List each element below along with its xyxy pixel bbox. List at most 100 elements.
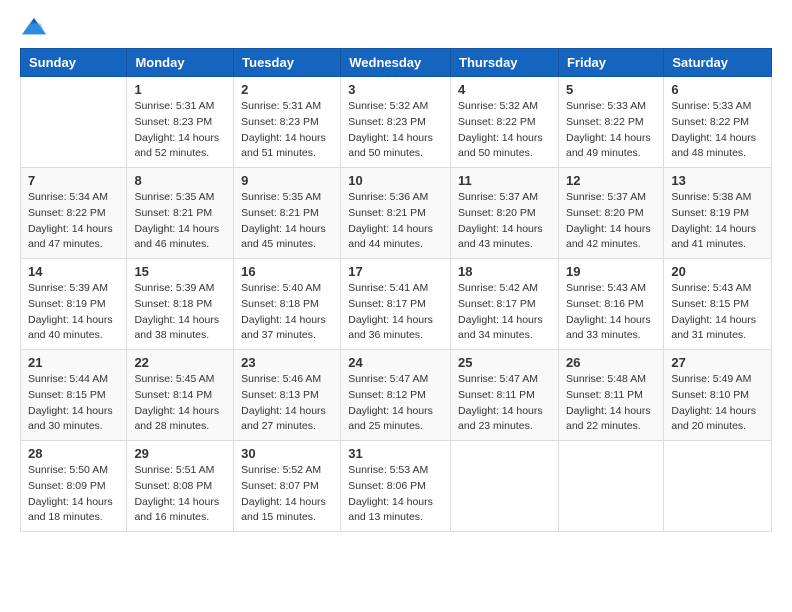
day-number: 16 bbox=[241, 264, 333, 279]
day-info: Sunrise: 5:52 AMSunset: 8:07 PMDaylight:… bbox=[241, 463, 333, 526]
calendar-cell: 27 Sunrise: 5:49 AMSunset: 8:10 PMDayligh… bbox=[664, 350, 772, 441]
logo bbox=[20, 16, 52, 38]
day-number: 31 bbox=[348, 446, 443, 461]
day-info: Sunrise: 5:34 AMSunset: 8:22 PMDaylight:… bbox=[28, 190, 119, 253]
calendar-cell: 23 Sunrise: 5:46 AMSunset: 8:13 PMDayligh… bbox=[234, 350, 341, 441]
calendar-cell: 18 Sunrise: 5:42 AMSunset: 8:17 PMDayligh… bbox=[451, 259, 559, 350]
calendar-body: 1 Sunrise: 5:31 AMSunset: 8:23 PMDaylight… bbox=[21, 77, 772, 532]
weekday-header: Wednesday bbox=[341, 49, 451, 77]
day-info: Sunrise: 5:41 AMSunset: 8:17 PMDaylight:… bbox=[348, 281, 443, 344]
day-number: 12 bbox=[566, 173, 656, 188]
calendar-week-row: 21 Sunrise: 5:44 AMSunset: 8:15 PMDayligh… bbox=[21, 350, 772, 441]
calendar-cell: 12 Sunrise: 5:37 AMSunset: 8:20 PMDayligh… bbox=[558, 168, 663, 259]
day-info: Sunrise: 5:47 AMSunset: 8:12 PMDaylight:… bbox=[348, 372, 443, 435]
calendar-cell: 29 Sunrise: 5:51 AMSunset: 8:08 PMDayligh… bbox=[127, 441, 234, 532]
calendar-cell bbox=[21, 77, 127, 168]
day-info: Sunrise: 5:43 AMSunset: 8:15 PMDaylight:… bbox=[671, 281, 764, 344]
day-info: Sunrise: 5:37 AMSunset: 8:20 PMDaylight:… bbox=[458, 190, 551, 253]
day-info: Sunrise: 5:48 AMSunset: 8:11 PMDaylight:… bbox=[566, 372, 656, 435]
day-info: Sunrise: 5:43 AMSunset: 8:16 PMDaylight:… bbox=[566, 281, 656, 344]
day-info: Sunrise: 5:44 AMSunset: 8:15 PMDaylight:… bbox=[28, 372, 119, 435]
day-number: 18 bbox=[458, 264, 551, 279]
day-number: 21 bbox=[28, 355, 119, 370]
calendar-week-row: 1 Sunrise: 5:31 AMSunset: 8:23 PMDaylight… bbox=[21, 77, 772, 168]
day-number: 15 bbox=[134, 264, 226, 279]
calendar-cell: 9 Sunrise: 5:35 AMSunset: 8:21 PMDaylight… bbox=[234, 168, 341, 259]
day-info: Sunrise: 5:49 AMSunset: 8:10 PMDaylight:… bbox=[671, 372, 764, 435]
day-number: 24 bbox=[348, 355, 443, 370]
day-number: 2 bbox=[241, 82, 333, 97]
weekday-header: Sunday bbox=[21, 49, 127, 77]
calendar-cell: 22Sunrise: 5:45 AMSunset: 8:14 PMDayligh… bbox=[127, 350, 234, 441]
calendar-cell: 5 Sunrise: 5:33 AMSunset: 8:22 PMDaylight… bbox=[558, 77, 663, 168]
day-info: Sunrise: 5:37 AMSunset: 8:20 PMDaylight:… bbox=[566, 190, 656, 253]
calendar-cell: 21 Sunrise: 5:44 AMSunset: 8:15 PMDayligh… bbox=[21, 350, 127, 441]
day-number: 27 bbox=[671, 355, 764, 370]
day-info: Sunrise: 5:31 AMSunset: 8:23 PMDaylight:… bbox=[134, 99, 226, 162]
day-number: 26 bbox=[566, 355, 656, 370]
day-number: 8 bbox=[134, 173, 226, 188]
calendar-cell: 3Sunrise: 5:32 AMSunset: 8:23 PMDaylight… bbox=[341, 77, 451, 168]
calendar-cell: 25 Sunrise: 5:47 AMSunset: 8:11 PMDayligh… bbox=[451, 350, 559, 441]
day-info: Sunrise: 5:50 AMSunset: 8:09 PMDaylight:… bbox=[28, 463, 119, 526]
day-number: 14 bbox=[28, 264, 119, 279]
calendar-week-row: 28 Sunrise: 5:50 AMSunset: 8:09 PMDayligh… bbox=[21, 441, 772, 532]
day-info: Sunrise: 5:39 AMSunset: 8:18 PMDaylight:… bbox=[134, 281, 226, 344]
day-number: 22 bbox=[134, 355, 226, 370]
day-number: 20 bbox=[671, 264, 764, 279]
day-number: 11 bbox=[458, 173, 551, 188]
calendar-cell: 15 Sunrise: 5:39 AMSunset: 8:18 PMDayligh… bbox=[127, 259, 234, 350]
calendar-cell: 6Sunrise: 5:33 AMSunset: 8:22 PMDaylight… bbox=[664, 77, 772, 168]
calendar-cell: 24 Sunrise: 5:47 AMSunset: 8:12 PMDayligh… bbox=[341, 350, 451, 441]
calendar-cell: 14 Sunrise: 5:39 AMSunset: 8:19 PMDayligh… bbox=[21, 259, 127, 350]
day-number: 19 bbox=[566, 264, 656, 279]
calendar-cell: 20 Sunrise: 5:43 AMSunset: 8:15 PMDayligh… bbox=[664, 259, 772, 350]
day-number: 1 bbox=[134, 82, 226, 97]
day-number: 28 bbox=[28, 446, 119, 461]
weekday-header: Tuesday bbox=[234, 49, 341, 77]
day-number: 4 bbox=[458, 82, 551, 97]
calendar-cell bbox=[664, 441, 772, 532]
calendar-cell: 17Sunrise: 5:41 AMSunset: 8:17 PMDayligh… bbox=[341, 259, 451, 350]
calendar-cell: 1 Sunrise: 5:31 AMSunset: 8:23 PMDaylight… bbox=[127, 77, 234, 168]
day-number: 30 bbox=[241, 446, 333, 461]
calendar-cell bbox=[558, 441, 663, 532]
calendar-cell bbox=[451, 441, 559, 532]
day-number: 5 bbox=[566, 82, 656, 97]
calendar-cell: 16 Sunrise: 5:40 AMSunset: 8:18 PMDayligh… bbox=[234, 259, 341, 350]
calendar-cell: 8Sunrise: 5:35 AMSunset: 8:21 PMDaylight… bbox=[127, 168, 234, 259]
day-number: 9 bbox=[241, 173, 333, 188]
day-info: Sunrise: 5:33 AMSunset: 8:22 PMDaylight:… bbox=[566, 99, 656, 162]
calendar-week-row: 7 Sunrise: 5:34 AMSunset: 8:22 PMDaylight… bbox=[21, 168, 772, 259]
logo-icon bbox=[20, 16, 48, 38]
day-number: 25 bbox=[458, 355, 551, 370]
day-info: Sunrise: 5:47 AMSunset: 8:11 PMDaylight:… bbox=[458, 372, 551, 435]
weekday-header: Friday bbox=[558, 49, 663, 77]
day-number: 23 bbox=[241, 355, 333, 370]
calendar-cell: 10Sunrise: 5:36 AMSunset: 8:21 PMDayligh… bbox=[341, 168, 451, 259]
day-number: 7 bbox=[28, 173, 119, 188]
weekday-header: Saturday bbox=[664, 49, 772, 77]
weekday-header: Monday bbox=[127, 49, 234, 77]
day-info: Sunrise: 5:32 AMSunset: 8:22 PMDaylight:… bbox=[458, 99, 551, 162]
calendar-cell: 4 Sunrise: 5:32 AMSunset: 8:22 PMDaylight… bbox=[451, 77, 559, 168]
calendar-cell: 2 Sunrise: 5:31 AMSunset: 8:23 PMDaylight… bbox=[234, 77, 341, 168]
header bbox=[20, 16, 772, 38]
calendar-cell: 19 Sunrise: 5:43 AMSunset: 8:16 PMDayligh… bbox=[558, 259, 663, 350]
day-info: Sunrise: 5:42 AMSunset: 8:17 PMDaylight:… bbox=[458, 281, 551, 344]
calendar-cell: 30 Sunrise: 5:52 AMSunset: 8:07 PMDayligh… bbox=[234, 441, 341, 532]
day-info: Sunrise: 5:31 AMSunset: 8:23 PMDaylight:… bbox=[241, 99, 333, 162]
day-info: Sunrise: 5:46 AMSunset: 8:13 PMDaylight:… bbox=[241, 372, 333, 435]
calendar-header: SundayMondayTuesdayWednesdayThursdayFrid… bbox=[21, 49, 772, 77]
calendar-cell: 7 Sunrise: 5:34 AMSunset: 8:22 PMDaylight… bbox=[21, 168, 127, 259]
day-info: Sunrise: 5:40 AMSunset: 8:18 PMDaylight:… bbox=[241, 281, 333, 344]
day-info: Sunrise: 5:53 AMSunset: 8:06 PMDaylight:… bbox=[348, 463, 443, 526]
calendar-cell: 13Sunrise: 5:38 AMSunset: 8:19 PMDayligh… bbox=[664, 168, 772, 259]
day-info: Sunrise: 5:35 AMSunset: 8:21 PMDaylight:… bbox=[241, 190, 333, 253]
day-info: Sunrise: 5:51 AMSunset: 8:08 PMDaylight:… bbox=[134, 463, 226, 526]
calendar-cell: 11 Sunrise: 5:37 AMSunset: 8:20 PMDayligh… bbox=[451, 168, 559, 259]
day-number: 29 bbox=[134, 446, 226, 461]
calendar-cell: 31 Sunrise: 5:53 AMSunset: 8:06 PMDayligh… bbox=[341, 441, 451, 532]
calendar-week-row: 14 Sunrise: 5:39 AMSunset: 8:19 PMDayligh… bbox=[21, 259, 772, 350]
day-info: Sunrise: 5:39 AMSunset: 8:19 PMDaylight:… bbox=[28, 281, 119, 344]
